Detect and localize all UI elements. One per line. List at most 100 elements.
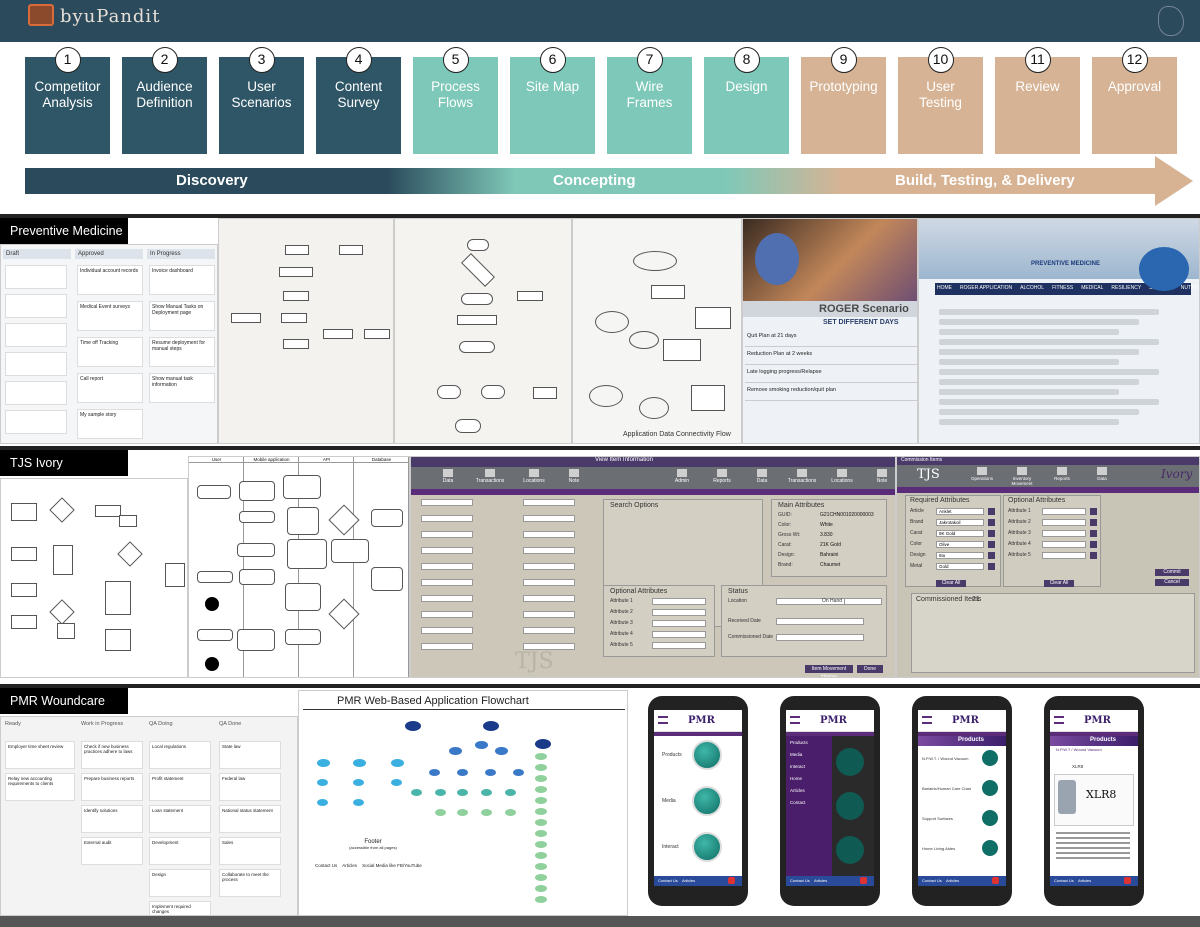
kanban-card[interactable]	[5, 410, 67, 434]
nav-data[interactable]: Data	[747, 469, 777, 484]
right-field-input[interactable]	[523, 515, 575, 522]
menu-circle-button[interactable]	[692, 786, 722, 816]
pmr-kanban-card[interactable]: Development	[149, 837, 211, 865]
hamburger-icon[interactable]	[658, 716, 668, 724]
status-field-input[interactable]	[776, 634, 864, 641]
nav-reports[interactable]: Reports	[707, 469, 737, 484]
kanban-card[interactable]	[5, 265, 67, 289]
kanban-card[interactable]: Time off Tracking	[77, 337, 143, 367]
kanban-card[interactable]: Invoice dashboard	[149, 265, 215, 295]
pm-nav-item[interactable]: ALCOHOL	[1020, 285, 1044, 291]
footer-articles-link[interactable]: Articles	[1078, 878, 1091, 883]
nav-locations[interactable]: Locations	[519, 469, 549, 484]
pmr-kanban-card[interactable]: Profit statement	[149, 773, 211, 801]
menu-circle-button[interactable]	[692, 832, 722, 862]
dropdown-icon[interactable]	[988, 530, 995, 537]
left-field-input[interactable]	[421, 499, 473, 506]
pm-table-row[interactable]	[939, 369, 1159, 375]
pm-nav-item[interactable]: RESILIENCY	[1111, 285, 1141, 291]
optional-attr-input[interactable]	[652, 642, 706, 649]
status-field-input[interactable]	[844, 598, 882, 605]
pm-table-row[interactable]	[939, 339, 1159, 345]
left-field-input[interactable]	[421, 531, 473, 538]
dropdown-icon[interactable]	[1090, 541, 1097, 548]
footer-contact-link[interactable]: Contact Us	[658, 878, 678, 883]
kanban-card[interactable]	[5, 381, 67, 405]
cancel-button[interactable]: Cancel	[1155, 579, 1189, 586]
left-field-input[interactable]	[421, 547, 473, 554]
pm-table-row[interactable]	[939, 389, 1119, 395]
pm-table-row[interactable]	[939, 349, 1139, 355]
drawer-item[interactable]: Products	[790, 740, 808, 745]
pm-nav-item[interactable]: FITNESS	[1052, 285, 1073, 291]
pmr-kanban-card[interactable]: Sales	[219, 837, 281, 865]
commit-button[interactable]: Commit	[1155, 569, 1189, 576]
hamburger-icon[interactable]	[922, 716, 932, 724]
menu-circle-button[interactable]	[836, 792, 864, 820]
optional-attr-input[interactable]	[652, 620, 706, 627]
nav-data[interactable]: Data	[433, 469, 463, 484]
left-field-input[interactable]	[421, 643, 473, 650]
optional-attr-input[interactable]	[1042, 508, 1086, 515]
required-attr-input[interactable]: Anklet	[936, 508, 984, 515]
kanban-card[interactable]: My sample story	[77, 409, 143, 439]
pmr-kanban-card[interactable]: National status statement	[219, 805, 281, 833]
footer-contact-link[interactable]: Contact Us	[790, 878, 810, 883]
commission-tab[interactable]: Inventory Movement	[1003, 467, 1041, 486]
status-field-input[interactable]	[776, 618, 864, 625]
optional-attr-input[interactable]	[652, 598, 706, 605]
pm-nav-item[interactable]: MEDICAL	[1081, 285, 1103, 291]
nav-transactions[interactable]: Transactions	[787, 469, 817, 484]
product-circle-button[interactable]	[982, 810, 998, 826]
menu-circle-button[interactable]	[836, 748, 864, 776]
pmr-kanban-card[interactable]: Employer time sheet review	[5, 741, 75, 769]
optional-attr-input[interactable]	[1042, 519, 1086, 526]
pmr-kanban-card[interactable]: Loan statement	[149, 805, 211, 833]
pm-table-row[interactable]	[939, 309, 1159, 315]
left-field-input[interactable]	[421, 611, 473, 618]
pm-table-row[interactable]	[939, 419, 1119, 425]
pm-nav-item[interactable]: ROGER APPLICATION	[960, 285, 1012, 291]
right-field-input[interactable]	[523, 611, 575, 618]
left-field-input[interactable]	[421, 627, 473, 634]
kanban-card[interactable]: Call report	[77, 373, 143, 403]
required-attr-input[interactable]: Jakrotakoil	[936, 519, 984, 526]
kanban-card[interactable]: Individual account records	[77, 265, 143, 295]
footer-contact-link[interactable]: Contact Us	[1054, 878, 1074, 883]
footer-contact-link[interactable]: Contact Us	[922, 878, 942, 883]
pmr-kanban-card[interactable]: External audit	[81, 837, 143, 865]
commission-tab[interactable]: Operations	[963, 467, 1001, 481]
dropdown-icon[interactable]	[988, 519, 995, 526]
left-field-input[interactable]	[421, 515, 473, 522]
pm-table-row[interactable]	[939, 319, 1139, 325]
pmr-kanban-card[interactable]: State law	[219, 741, 281, 769]
pm-nav-item[interactable]: NUTRITION	[1181, 285, 1199, 291]
drawer-item[interactable]: Media	[790, 752, 802, 757]
pmr-kanban-card[interactable]: Prepare business reports	[81, 773, 143, 801]
nav-transactions[interactable]: Transactions	[475, 469, 505, 484]
required-attr-input[interactable]: Olive	[936, 541, 984, 548]
drawer-item[interactable]: Contact	[790, 800, 806, 805]
kanban-card[interactable]	[5, 323, 67, 347]
dropdown-icon[interactable]	[988, 508, 995, 515]
pm-table-row[interactable]	[939, 359, 1119, 365]
pm-nav-item[interactable]: HOME	[937, 285, 952, 291]
pmr-kanban-card[interactable]: Design	[149, 869, 211, 897]
optional-attr-input[interactable]	[652, 609, 706, 616]
required-attr-input[interactable]: 6tu	[936, 552, 984, 559]
footer-articles-link[interactable]: Articles	[682, 878, 695, 883]
pm-table-row[interactable]	[939, 379, 1139, 385]
footer-articles-link[interactable]: Articles	[814, 878, 827, 883]
drawer-item[interactable]: Interact	[790, 764, 805, 769]
dropdown-icon[interactable]	[988, 563, 995, 570]
kanban-card[interactable]	[5, 294, 67, 318]
nav-note[interactable]: Note	[559, 469, 589, 484]
pmr-kanban-card[interactable]: Federal law	[219, 773, 281, 801]
pm-table-row[interactable]	[939, 409, 1139, 415]
kanban-card[interactable]: Show Manual Tasks on Deployment page	[149, 301, 215, 331]
right-field-input[interactable]	[523, 627, 575, 634]
pmr-kanban-card[interactable]: Identify solutions	[81, 805, 143, 833]
dropdown-icon[interactable]	[1090, 519, 1097, 526]
pmr-kanban-card[interactable]: Implement required changes	[149, 901, 211, 915]
product-circle-button[interactable]	[982, 750, 998, 766]
